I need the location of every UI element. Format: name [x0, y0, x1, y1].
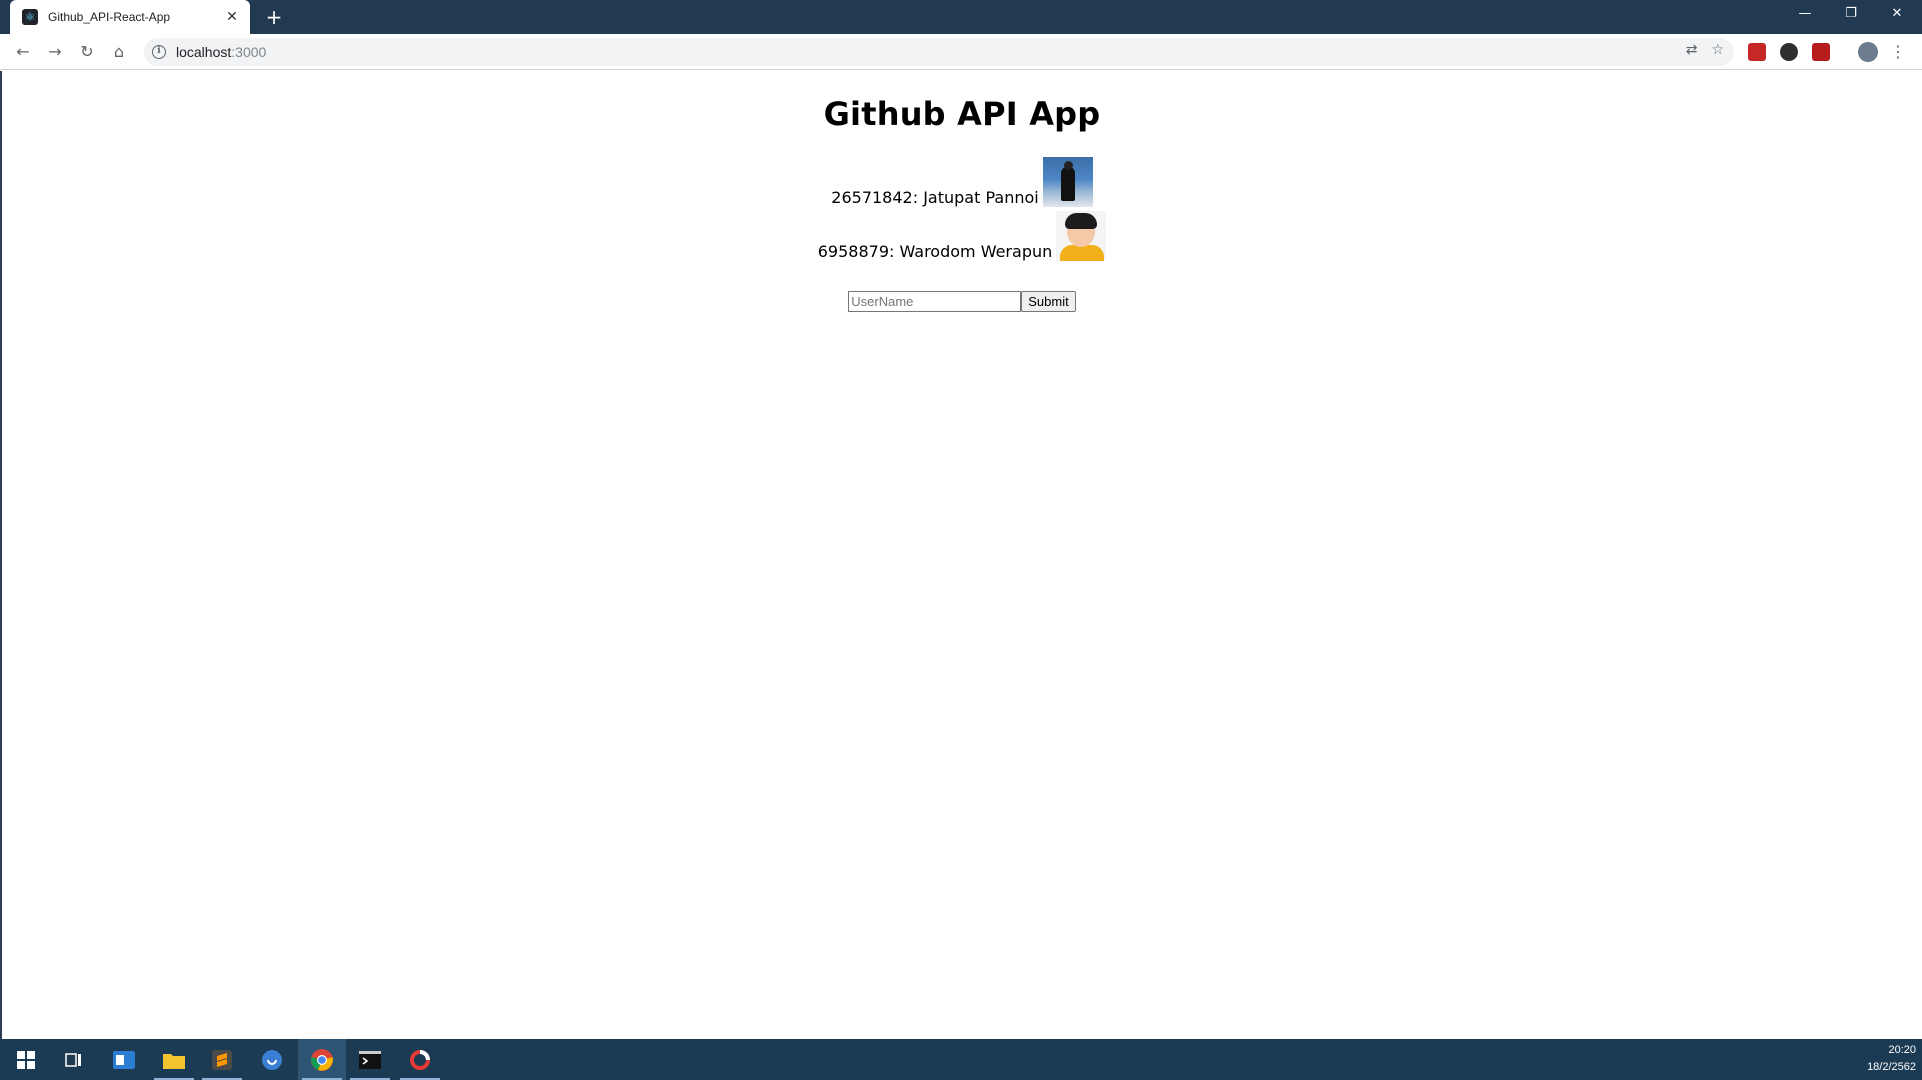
submit-button[interactable]: Submit	[1021, 291, 1076, 312]
site-info-icon[interactable]: i	[152, 45, 166, 59]
app-ring-icon[interactable]	[396, 1039, 444, 1080]
url-text: localhost:3000	[176, 44, 266, 60]
restore-button[interactable]: ❐	[1828, 0, 1874, 30]
windows-start-icon[interactable]	[2, 1039, 50, 1080]
page-title: Github API App	[823, 95, 1101, 133]
reload-icon[interactable]: ↻	[74, 39, 100, 65]
clock-date: 18/2/2562	[1867, 1061, 1916, 1073]
list-item: 6958879: Warodom Werapun	[2, 211, 1922, 265]
browser-tab[interactable]: ⚛ Github_API-React-App ✕	[10, 0, 250, 34]
back-icon[interactable]: ←	[10, 39, 36, 65]
outlook-icon[interactable]	[100, 1039, 148, 1080]
minimize-button[interactable]: —	[1782, 0, 1828, 30]
file-explorer-icon[interactable]	[150, 1039, 198, 1080]
taskbar: 20:20 18/2/2562	[0, 1039, 1922, 1080]
bookmark-star-icon[interactable]: ☆	[1711, 42, 1724, 58]
chrome-icon[interactable]	[298, 1039, 346, 1080]
new-tab-button[interactable]: +	[262, 5, 286, 29]
home-icon[interactable]: ⌂	[106, 39, 132, 65]
profile-avatar-icon[interactable]	[1858, 42, 1878, 62]
extension-red-icon[interactable]	[1748, 43, 1766, 61]
react-favicon-icon: ⚛	[22, 9, 38, 25]
forward-icon[interactable]: →	[42, 39, 68, 65]
address-bar[interactable]: i localhost:3000 ⇄ ☆	[144, 38, 1734, 66]
browser-tabstrip: ⚛ Github_API-React-App ✕ + — ❐ ✕	[0, 0, 1922, 34]
terminal-icon[interactable]	[346, 1039, 394, 1080]
system-clock[interactable]: 20:20 18/2/2562	[1867, 1042, 1916, 1076]
vscode-icon[interactable]	[248, 1039, 296, 1080]
url-host: localhost	[176, 44, 232, 60]
menu-kebab-icon[interactable]: ⋮	[1888, 39, 1908, 65]
translate-icon[interactable]: ⇄	[1686, 42, 1698, 58]
user-list: 26571842: Jatupat Pannoi 6958879: Warodo…	[2, 157, 1922, 265]
extension-pdf-icon[interactable]	[1812, 43, 1830, 61]
close-window-button[interactable]: ✕	[1874, 0, 1920, 30]
user-label: 6958879: Warodom Werapun	[817, 242, 1053, 261]
username-form: Submit	[848, 291, 1076, 312]
app-root: Github API App 26571842: Jatupat Pannoi …	[2, 95, 1922, 312]
url-port: :3000	[231, 44, 267, 60]
close-tab-icon[interactable]: ✕	[224, 9, 240, 25]
user-label: 26571842: Jatupat Pannoi	[831, 188, 1039, 207]
tab-title: Github_API-React-App	[48, 10, 171, 24]
browser-toolbar: ← → ↻ ⌂ i localhost:3000 ⇄ ☆ ⋮	[0, 34, 1922, 70]
avatar	[1056, 211, 1107, 261]
page-content: Github API App 26571842: Jatupat Pannoi …	[0, 71, 1922, 1039]
username-input[interactable]	[848, 291, 1022, 312]
extension-dark-icon[interactable]	[1780, 43, 1798, 61]
clock-time: 20:20	[1888, 1044, 1916, 1056]
avatar	[1042, 157, 1093, 207]
sublime-text-icon[interactable]	[198, 1039, 246, 1080]
task-view-icon[interactable]	[50, 1039, 98, 1080]
list-item: 26571842: Jatupat Pannoi	[2, 157, 1922, 211]
